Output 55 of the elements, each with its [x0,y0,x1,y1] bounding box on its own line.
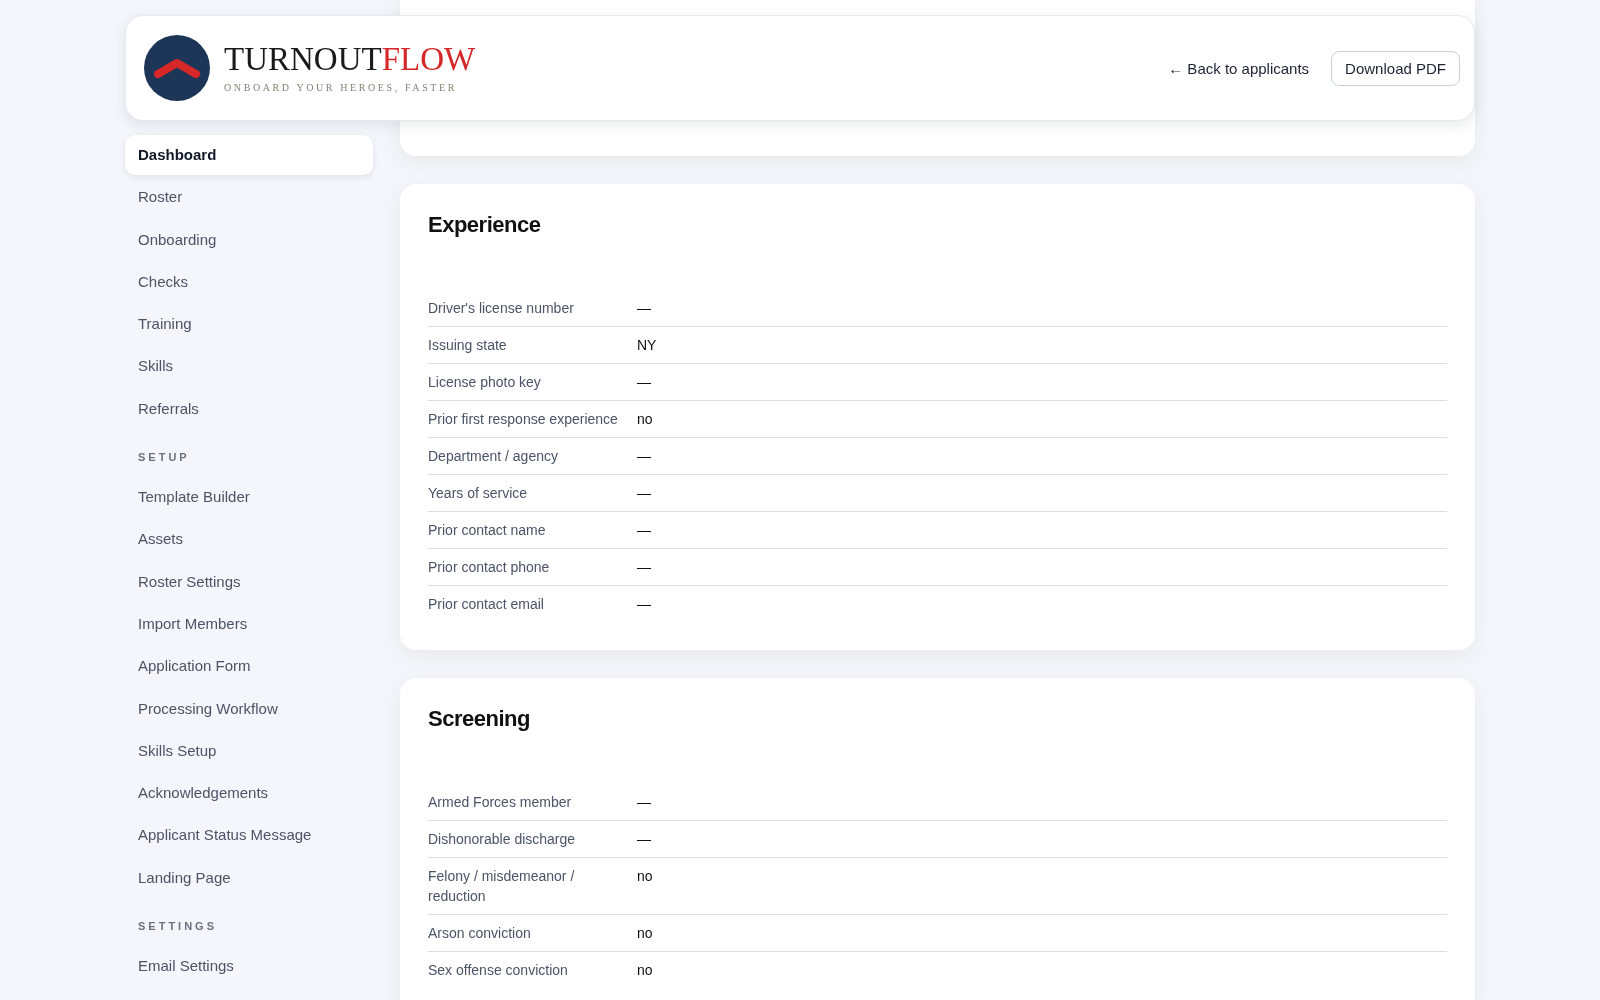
nav-item[interactable]: Landing Page [125,857,373,898]
nav-item[interactable]: Referrals [125,388,373,429]
brand-tagline: ONBOARD YOUR HEROES, FASTER [224,82,458,93]
nav-item[interactable]: Template Builder [125,477,373,518]
nav-item[interactable]: Assets [125,519,373,560]
nav-item[interactable]: Skills Setup [125,730,373,771]
nav-section-heading: SETTINGS [138,920,218,933]
field-value: — [637,793,652,812]
chevron-logo-icon [144,35,210,101]
field-value: NY [637,336,658,355]
field-label: Armed Forces member [428,793,573,812]
download-pdf-button[interactable]: Download PDF [1331,50,1460,86]
field-label: Prior contact name [428,521,547,540]
nav-item[interactable]: Dashboard [125,135,373,175]
field-value: no [637,410,654,429]
nav-item[interactable]: Training [125,304,373,345]
field-value: — [637,521,652,540]
field-value: — [637,447,652,466]
field-value: no [637,961,654,980]
nav-item[interactable]: Checks [125,261,373,302]
nav-item[interactable]: Roster Settings [125,561,373,602]
field-label: Department / agency [428,447,559,466]
section-title: Screening [428,706,531,732]
section-title: Experience [428,212,542,238]
nav-item[interactable]: Email Settings [125,946,373,987]
nav-section-heading: SETUP [138,451,191,464]
field-value: no [637,867,654,886]
field-label: Prior contact phone [428,558,551,577]
field-label: Arson conviction [428,924,532,943]
nav-item[interactable]: Applicant Status Message [125,815,373,856]
back-link[interactable]: ← Back to applicants [1168,59,1310,77]
nav-item[interactable]: Import Members [125,603,373,644]
field-label: Driver's license number [428,299,575,318]
field-label: Felony / misdemeanor / reduction [428,867,576,906]
nav-item[interactable]: Application Form [125,646,373,687]
nav-item[interactable]: Roster [125,177,373,218]
field-value: — [637,830,652,849]
field-value: — [637,299,652,318]
field-label: License photo key [428,373,542,392]
field-label: Prior first response experience [428,410,619,429]
field-label: Sex offense conviction [428,961,569,980]
nav-item[interactable]: Processing Workflow [125,688,373,729]
field-label: Prior contact email [428,595,545,614]
nav-item[interactable]: Acknowledgements [125,773,373,814]
brand-name: TURNOUTFLOW [224,43,476,76]
field-label: Years of service [428,484,529,503]
field-value: — [637,484,652,503]
nav-item[interactable]: Onboarding [125,219,373,260]
field-value: — [637,558,652,577]
field-value: — [637,373,652,392]
field-label: Dishonorable discharge [428,830,577,849]
field-label: Issuing state [428,336,508,355]
nav-item[interactable]: Skills [125,346,373,387]
field-value: — [637,595,652,614]
field-value: no [637,924,654,943]
